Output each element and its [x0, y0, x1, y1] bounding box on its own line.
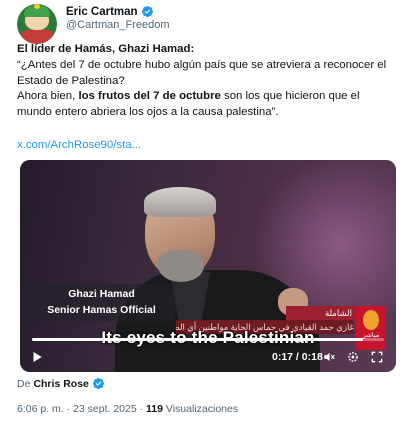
fullscreen-icon[interactable]	[370, 350, 384, 364]
views-count: 119	[146, 403, 163, 415]
video-player[interactable]: Ghazi Hamad Senior Hamas Official الشامل…	[20, 160, 396, 372]
verified-badge-icon	[141, 5, 153, 18]
caption-name: Ghazi Hamad	[68, 288, 135, 300]
author-display-name[interactable]: Eric Cartman	[66, 6, 138, 18]
tweet-card: Eric Cartman @Cartman_Freedom El líder d…	[0, 0, 403, 422]
verified-badge-icon	[92, 377, 104, 390]
video-progress-fill	[32, 338, 363, 341]
source-prefix: De	[17, 377, 31, 390]
video-progress-bar[interactable]	[32, 338, 384, 341]
tweet-time[interactable]: 6:06 p. m.	[17, 403, 64, 415]
views-label: Visualizaciones	[165, 403, 239, 415]
video-time: 0:17 / 0:18	[272, 351, 323, 363]
tweet-date[interactable]: 23 sept. 2025	[73, 403, 137, 415]
tweet-line-4: Ahora bien, los frutos del 7 de octubre …	[17, 90, 360, 103]
author-handle[interactable]: @Cartman_Freedom	[66, 19, 169, 31]
play-icon[interactable]	[30, 350, 44, 364]
tweet-link[interactable]: x.com/ArchRose90/sta...	[17, 139, 141, 151]
video-controls: 0:17 / 0:18	[20, 346, 396, 368]
lower-third-caption: Ghazi Hamad Senior Hamas Official	[28, 284, 175, 321]
tweet-meta: 6:06 p. m. · 23 sept. 2025 · 119 Visuali…	[17, 403, 239, 415]
al-jazeera-logo-icon	[363, 310, 379, 330]
tweet-line-1: El líder de Hamás, Ghazi Hamad:	[17, 43, 195, 55]
tweet-line-2: “¿Antes del 7 de octubre hubo algún país…	[17, 58, 387, 71]
author-name-row[interactable]: Eric Cartman	[66, 5, 154, 18]
video-source: De Chris Rose	[17, 377, 105, 390]
volume-icon[interactable]	[322, 350, 336, 364]
tweet-line-3: Estado de Palestina?	[17, 74, 125, 87]
source-name[interactable]: Chris Rose	[33, 378, 88, 390]
caption-role: Senior Hamas Official	[47, 304, 156, 316]
settings-icon[interactable]	[346, 350, 360, 364]
tweet-text: El líder de Hamás, Ghazi Hamad: “¿Antes …	[17, 42, 389, 121]
news-ticker-top: الشاملة	[286, 306, 356, 320]
author-avatar[interactable]	[17, 4, 57, 44]
tweet-line-5: mundo entero abriera los ojos a la causa…	[17, 106, 279, 119]
